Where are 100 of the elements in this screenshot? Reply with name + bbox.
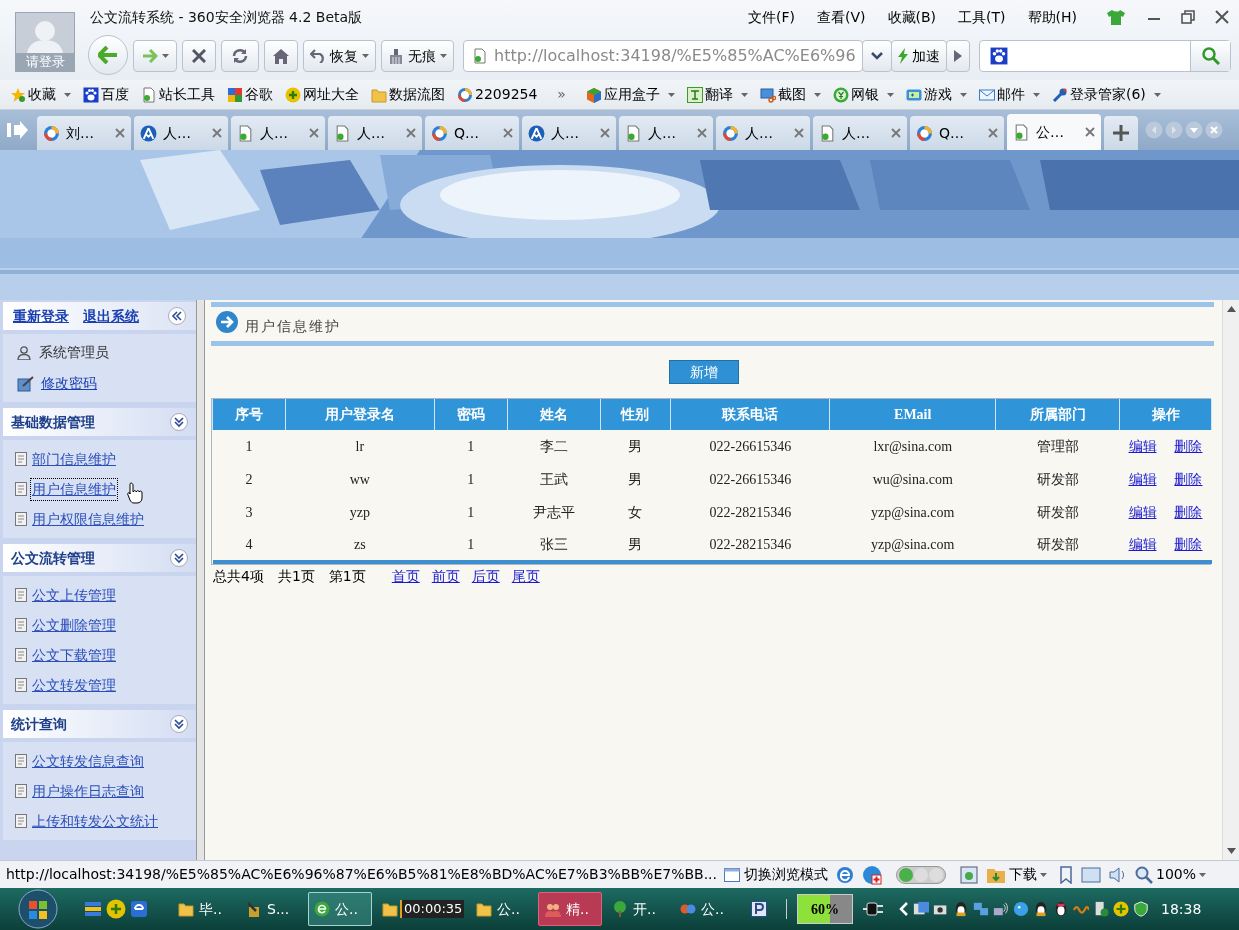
pager-link[interactable]: 后页 [471, 565, 500, 587]
browser-tab[interactable]: 人… [134, 116, 228, 150]
section-header[interactable]: 统计查询 [3, 710, 196, 738]
bookmark-item[interactable]: 2209254 [457, 84, 538, 105]
sidebar-link[interactable]: 重新登录 [13, 305, 69, 327]
address-field[interactable]: http://localhost:34198/%E5%85%AC%E6%96 [463, 40, 863, 72]
pager-link[interactable]: 尾页 [511, 565, 540, 587]
table-cell: 男 [600, 430, 671, 463]
browser-tab[interactable]: Q… [910, 116, 1004, 150]
browser-tab[interactable]: Q… [425, 116, 519, 150]
action-link[interactable]: 编辑 [1128, 436, 1157, 457]
table-cell: 张三 [507, 529, 600, 562]
restore-button[interactable]: 恢复 [303, 40, 376, 72]
taskbar-button[interactable]: S... [240, 892, 304, 926]
table-cell: 研发部 [995, 529, 1120, 562]
change-password-link[interactable]: 修改密码 [41, 373, 97, 394]
menu-item[interactable]: 查看(V) [817, 6, 866, 28]
speedup-button[interactable]: 加速 [891, 40, 947, 72]
browser-tab[interactable]: 人… [619, 116, 713, 150]
pager-link[interactable]: 前页 [431, 565, 460, 587]
bookmark-item[interactable]: 邮件 [978, 84, 1040, 105]
table-cell: 022-28215346 [670, 529, 830, 562]
recording-timer-tooltip: 00:00:35 [400, 900, 465, 918]
window-title: 公文流转系统 - 360安全浏览器 4.2 Beta版 [89, 7, 363, 27]
browser-tab[interactable]: 人… [813, 116, 907, 150]
sidebar-menu-item[interactable]: 上传和转发公文统计 [31, 810, 159, 832]
incognito-button[interactable]: 无痕 [381, 40, 454, 72]
status-url: http://localhost:34198/%E5%85%AC%E6%96%87%E6%B5%81%E8%BD%AC%E7%B3%BB%E7%BB... [6, 865, 716, 884]
taskbar-button[interactable]: 00:00:35 [376, 892, 466, 926]
browser-tab[interactable]: 公… [1007, 114, 1101, 150]
table-cell-text: 尹志平 [531, 504, 576, 522]
sidebar-menu-item[interactable]: 公文下载管理 [31, 644, 117, 666]
table-cell-text: 3 [244, 504, 254, 522]
action-link[interactable]: 删除 [1174, 534, 1203, 555]
sidebar-menu-item[interactable]: 公文删除管理 [31, 614, 117, 636]
bookmark-item[interactable]: 截图 [759, 84, 821, 105]
bookmark-item[interactable]: 站长工具 [141, 84, 215, 105]
browser-tab[interactable]: 刘… [37, 116, 131, 150]
download-button[interactable]: 下载 [986, 864, 1047, 885]
action-link[interactable]: 删除 [1174, 469, 1203, 490]
table-cell-text: 1 [466, 504, 476, 522]
bookmark-item[interactable]: 应用盒子 [585, 84, 675, 105]
table-cell: 男 [600, 529, 671, 562]
browser-tab[interactable]: 人… [522, 116, 616, 150]
sidebar-link[interactable]: 退出系统 [83, 305, 139, 327]
pager-summary: 总共4项 [213, 566, 264, 586]
pager-summary: 共1页 [277, 566, 315, 586]
bookmark-item[interactable]: 网址大全 [285, 84, 359, 105]
action-link[interactable]: 编辑 [1128, 469, 1157, 490]
taskbar-button[interactable]: 公.. [674, 892, 738, 926]
sidebar-menu-item[interactable]: 公文转发信息查询 [31, 750, 145, 772]
sidebar-menu-item[interactable]: 用户操作日志查询 [31, 780, 145, 802]
sidebar-menu-item[interactable]: 用户权限信息维护 [31, 508, 145, 530]
table-cell: 022-26615346 [670, 430, 830, 463]
action-link[interactable]: 删除 [1174, 436, 1203, 457]
table-cell: 管理部 [995, 430, 1120, 463]
table-cell-text: 研发部 [1035, 504, 1080, 522]
page-title: 用户信息维护 [245, 317, 341, 336]
table-cell-text: yzp [348, 504, 371, 522]
action-link[interactable]: 编辑 [1128, 502, 1157, 523]
bookmark-item[interactable]: 登录管家(6) [1051, 84, 1161, 105]
table-cell-text: 2 [244, 471, 254, 489]
taskbar-button[interactable]: 开.. [606, 892, 670, 926]
section-header[interactable]: 基础数据管理 [3, 408, 196, 436]
zoom-button[interactable]: 100% [1135, 864, 1207, 885]
taskbar-button[interactable]: 公.. [308, 892, 372, 926]
taskbar-button[interactable]: 公.. [470, 892, 534, 926]
bookmark-item[interactable]: 数据流图 [371, 84, 445, 105]
menu-item[interactable]: 收藏(B) [887, 6, 937, 28]
table-cell-text: 王武 [538, 471, 569, 489]
table-cell: 1 [434, 529, 508, 562]
sidebar-menu-item[interactable]: 部门信息维护 [31, 448, 117, 470]
menu-item[interactable]: 工具(T) [958, 6, 1006, 28]
table-cell: 4 [212, 529, 286, 562]
browser-tab[interactable]: 人… [231, 116, 325, 150]
browse-mode-button[interactable]: 切换浏览模式 [724, 864, 828, 885]
bookmark-item[interactable]: 谷歌 [227, 84, 273, 105]
table-cell-text: wu@sina.com [871, 471, 954, 489]
bookmark-item[interactable]: 收藏 [10, 84, 71, 105]
bookmark-item[interactable]: 游戏 [905, 84, 967, 105]
more-bookmarks-button[interactable]: » [557, 84, 566, 105]
taskbar-button[interactable]: 毕.. [172, 892, 236, 926]
table-cell-text: 女 [627, 504, 644, 522]
browser-tab[interactable]: 人… [328, 116, 422, 150]
sidebar-menu-item[interactable]: 用户信息维护 [31, 478, 117, 500]
user-name: 系统管理员 [39, 343, 109, 362]
menu-item[interactable]: 文件(F) [748, 6, 795, 28]
bookmark-item[interactable]: 网银 [832, 84, 894, 105]
bookmark-item[interactable]: 百度 [83, 84, 129, 105]
sidebar-menu-item[interactable]: 公文上传管理 [31, 584, 117, 606]
bookmark-item[interactable]: 翻译 [686, 84, 748, 105]
action-link[interactable]: 编辑 [1128, 534, 1157, 555]
menu-item[interactable]: 帮助(H) [1027, 6, 1077, 28]
section-header[interactable]: 公文流转管理 [3, 544, 196, 572]
pager-link[interactable]: 首页 [391, 565, 420, 587]
browser-tab[interactable]: 人… [716, 116, 810, 150]
table-cell: zs [285, 529, 435, 562]
taskbar-button[interactable]: 精.. [538, 892, 602, 926]
action-link[interactable]: 删除 [1174, 502, 1203, 523]
sidebar-menu-item[interactable]: 公文转发管理 [31, 674, 117, 696]
